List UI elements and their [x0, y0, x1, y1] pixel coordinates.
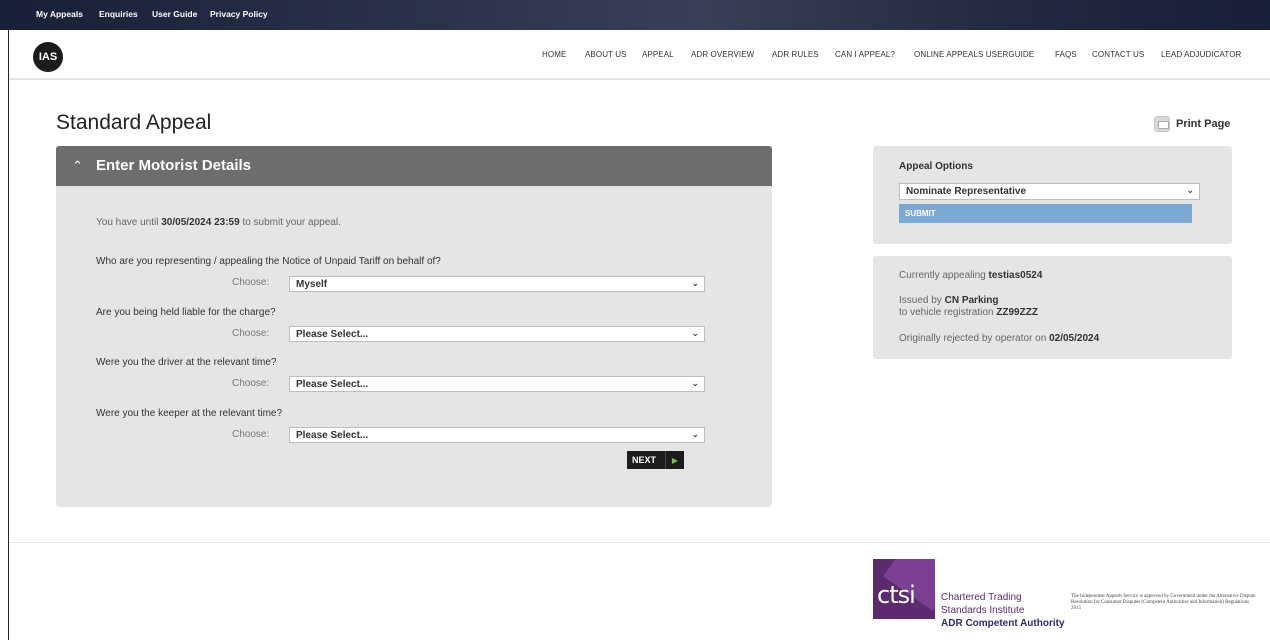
nav-adr-rules[interactable]: ADR RULES	[772, 50, 819, 59]
nav-can-i-appeal[interactable]: CAN I APPEAL?	[835, 50, 895, 59]
top-link-privacy-policy[interactable]: Privacy Policy	[210, 9, 268, 19]
top-link-user-guide[interactable]: User Guide	[152, 9, 197, 19]
nav-adr-overview[interactable]: ADR OVERVIEW	[691, 50, 754, 59]
question-keeper: Were you the keeper at the relevant time…	[96, 408, 283, 419]
choose-label: Choose:	[232, 378, 270, 389]
issued-value: CN Parking	[944, 295, 999, 306]
chevron-down-icon: ⌄	[691, 278, 699, 288]
nav-faqs[interactable]: FAQS	[1055, 50, 1077, 59]
print-page-label[interactable]: Print Page	[1176, 118, 1230, 130]
question-liable: Are you being held liable for the charge…	[96, 307, 276, 318]
liable-select[interactable]: Please Select... ⌄	[289, 326, 705, 342]
ias-logo[interactable]: IAS	[33, 42, 63, 72]
nav-about-us[interactable]: ABOUT US	[585, 50, 627, 59]
footer-divider	[9, 542, 1270, 543]
choose-label: Choose:	[232, 429, 270, 440]
keeper-select-value: Please Select...	[296, 430, 369, 441]
vehicle-value: ZZ99ZZZ	[996, 307, 1038, 318]
nav-lead-adjudicator[interactable]: LEAD ADJUDICATOR	[1161, 50, 1241, 59]
play-arrow-icon[interactable]: ▶	[665, 451, 684, 469]
appeal-options-title: Appeal Options	[899, 161, 973, 172]
deadline-text: You have until 30/05/2024 23:59 to submi…	[96, 217, 341, 228]
liable-select-value: Please Select...	[296, 329, 369, 340]
currently-appealing: Currently appealing testias0524	[899, 270, 1042, 281]
nav-contact-us[interactable]: CONTACT US	[1092, 50, 1144, 59]
appeal-options-select-value: Nominate Representative	[906, 186, 1027, 197]
next-button[interactable]: NEXT ▶	[627, 451, 684, 469]
chevron-down-icon: ⌄	[691, 378, 699, 388]
top-bar: My Appeals Enquiries User Guide Privacy …	[0, 0, 1270, 30]
page-title: Standard Appeal	[56, 111, 212, 134]
ctsi-name-line2: Standards Institute	[941, 605, 1025, 616]
chevron-down-icon: ⌄	[691, 429, 699, 439]
nav-online-appeals-userguide[interactable]: ONLINE APPEALS USERGUIDE	[914, 50, 1034, 59]
representing-select-value: Myself	[296, 279, 328, 290]
chevron-up-icon[interactable]: ⌃	[72, 158, 83, 174]
question-representing: Who are you representing / appealing the…	[96, 256, 441, 267]
appealing-label: Currently appealing	[899, 270, 986, 281]
rejected-date: Originally rejected by operator on 02/05…	[899, 333, 1099, 344]
issued-label: Issued by	[899, 295, 942, 306]
driver-select-value: Please Select...	[296, 379, 369, 390]
chevron-down-icon: ⌄	[1186, 185, 1194, 195]
next-button-label[interactable]: NEXT	[627, 455, 665, 465]
question-driver: Were you the driver at the relevant time…	[96, 357, 277, 368]
choose-label: Choose:	[232, 328, 270, 339]
deadline-value: 30/05/2024 23:59	[161, 217, 240, 228]
left-border	[8, 30, 9, 640]
ctsi-name-line1: Chartered Trading	[941, 592, 1022, 603]
top-link-my-appeals[interactable]: My Appeals	[36, 9, 83, 19]
ctsi-logo-text: ctsi	[877, 581, 916, 609]
deadline-prefix: You have until	[96, 217, 159, 228]
panel-title: Enter Motorist Details	[96, 157, 252, 174]
panel-header[interactable]: ⌃ Enter Motorist Details	[56, 146, 772, 186]
appealing-value: testias0524	[988, 270, 1043, 281]
rejected-label: Originally rejected by operator on	[899, 333, 1047, 344]
nav-home[interactable]: HOME	[542, 50, 566, 59]
vehicle-label: to vehicle registration	[899, 307, 994, 318]
ctsi-logo: ctsi	[873, 559, 935, 619]
appeal-options-panel: Appeal Options Nominate Representative ⌄…	[873, 146, 1232, 244]
driver-select[interactable]: Please Select... ⌄	[289, 376, 705, 392]
site-header: IAS HOME ABOUT US APPEAL ADR OVERVIEW AD…	[9, 30, 1270, 80]
printer-icon[interactable]	[1154, 116, 1170, 132]
deadline-suffix: to submit your appeal.	[242, 217, 341, 228]
keeper-select[interactable]: Please Select... ⌄	[289, 427, 705, 443]
legal-text: The Independent Appeals Service is appro…	[1071, 594, 1256, 611]
nav-appeal[interactable]: APPEAL	[642, 50, 674, 59]
submit-button[interactable]: SUBMIT	[899, 204, 1192, 223]
choose-label: Choose:	[232, 277, 270, 288]
vehicle-registration: to vehicle registration ZZ99ZZZ	[899, 307, 1038, 318]
representing-select[interactable]: Myself ⌄	[289, 276, 705, 292]
top-link-enquiries[interactable]: Enquiries	[99, 9, 138, 19]
print-page-button[interactable]: Print Page	[1154, 116, 1230, 132]
appeal-options-select[interactable]: Nominate Representative ⌄	[899, 183, 1200, 200]
rejected-value: 02/05/2024	[1049, 333, 1100, 344]
appeal-info-panel: Currently appealing testias0524 Issued b…	[873, 256, 1232, 359]
motorist-details-panel: ⌃ Enter Motorist Details You have until …	[56, 146, 772, 507]
issued-by: Issued by CN Parking	[899, 295, 999, 306]
chevron-down-icon: ⌄	[691, 328, 699, 338]
ctsi-adr-authority: ADR Competent Authority	[941, 618, 1065, 629]
